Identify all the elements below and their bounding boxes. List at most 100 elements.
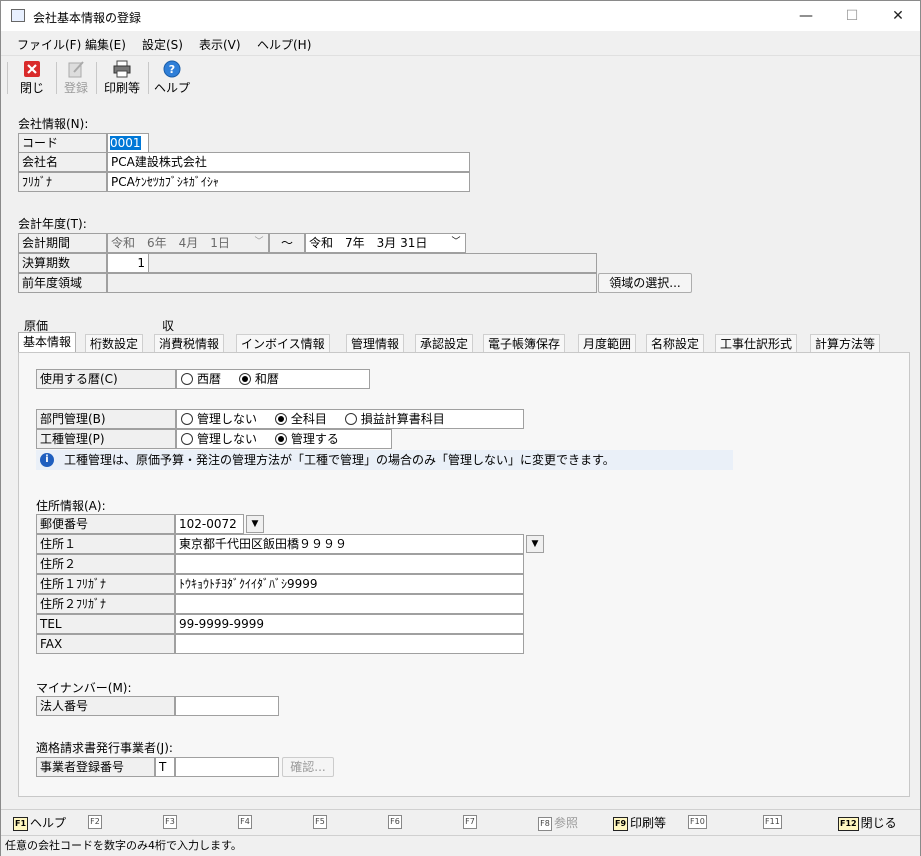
menu-file[interactable]: ファイル(F) [17, 36, 81, 53]
work-manage-option[interactable]: 管理する [274, 430, 339, 448]
radio-icon [181, 413, 193, 425]
f10-cap: F10 [688, 815, 707, 829]
f12-close-key[interactable]: F12 閉じる [838, 814, 897, 831]
tab-digits[interactable]: 桁数設定 [85, 334, 144, 354]
dept-pl-option[interactable]: 損益計算書科目 [344, 410, 445, 428]
menu-bar: ファイル(F) 編集(E) 設定(S) 表示(V) ヘルプ(H) [1, 32, 920, 54]
f2-key[interactable]: F2 [88, 814, 104, 829]
invoice-reg-input[interactable] [175, 757, 279, 777]
f8-cap: F8 [538, 817, 552, 831]
corp-number-input[interactable] [175, 696, 279, 716]
radio-icon [344, 413, 357, 425]
f2-cap: F2 [88, 815, 102, 829]
f1-cap: F1 [13, 817, 29, 831]
register-button[interactable]: 登録 [61, 60, 91, 96]
code-input[interactable]: 0001 [107, 133, 149, 153]
tab-calculation[interactable]: 計算方法等 [810, 334, 881, 354]
menu-help[interactable]: ヘルプ(H) [257, 36, 311, 53]
period-from-select[interactable]: 令和 6年 4月 1日 [107, 233, 269, 253]
f6-key[interactable]: F6 [388, 814, 404, 829]
print-button[interactable]: 印刷等 [102, 60, 142, 96]
addr1-kana-input[interactable]: ﾄｳｷｮｳﾄﾁﾖﾀﾞｸｲｲﾀﾞﾊﾞｼ9999 [175, 574, 524, 594]
f4-key[interactable]: F4 [238, 814, 254, 829]
f7-key[interactable]: F7 [463, 814, 479, 829]
toolbar-separator [148, 62, 149, 94]
f11-key[interactable]: F11 [763, 814, 784, 829]
addr2-input[interactable] [175, 554, 524, 574]
f8-reference-key[interactable]: F8 参照 [538, 814, 578, 831]
svg-text:?: ? [169, 63, 175, 76]
calendar-label: 使用する暦(C) [36, 369, 176, 389]
help-button[interactable]: ? ヘルプ [154, 60, 190, 96]
invoice-section-title: 適格請求書発行事業者(J): [36, 741, 173, 755]
addr1-dropdown-icon[interactable]: ▼ [526, 535, 544, 553]
f4-cap: F4 [238, 815, 252, 829]
radio-selected-icon [274, 413, 287, 425]
tab-invoice[interactable]: インボイス情報 [236, 334, 330, 354]
fiscal-period-label: 会計期間 [18, 233, 107, 253]
fiscal-count-input[interactable]: 1 [107, 253, 149, 273]
tab-management[interactable]: 管理情報 [346, 334, 405, 354]
confirm-button[interactable]: 確認... [282, 757, 334, 777]
work-none-label: 管理しない [197, 432, 258, 446]
work-radio-group: 管理しない 管理する [176, 429, 392, 449]
register-label: 登録 [63, 81, 88, 95]
dept-radio-group: 管理しない 全科目 損益計算書科目 [176, 409, 524, 429]
tab-consumption-tax[interactable]: 消費税情報 [154, 334, 225, 354]
register-icon [68, 61, 84, 78]
code-value: 0001 [110, 136, 141, 150]
calendar-western-option[interactable]: 西暦 [181, 370, 221, 388]
menu-view[interactable]: 表示(V) [199, 36, 241, 53]
addr1-input[interactable]: 東京都千代田区飯田橋９９９９ [175, 534, 524, 554]
company-name-input[interactable]: PCA建設株式会社 [107, 152, 470, 172]
f9-label: 印刷等 [630, 816, 667, 830]
f1-help-key[interactable]: F1 ヘルプ [13, 814, 66, 831]
f7-cap: F7 [463, 815, 477, 829]
work-label: 工種管理(P) [36, 429, 176, 449]
function-key-bar: F1 ヘルプ F2 F3 F4 F5 F6 F7 F8 参照 F9 印刷等 F10 F… [1, 809, 920, 833]
prev-year-label: 前年度領域 [18, 273, 107, 293]
select-area-button[interactable]: 領域の選択... [598, 273, 692, 293]
menu-settings[interactable]: 設定(S) [142, 36, 183, 53]
zip-lookup-dropdown-icon[interactable]: ▼ [246, 515, 264, 533]
company-kana-input[interactable]: PCAｹﾝｾﾂｶﾌﾞｼｷｶﾞｲｼｬ [107, 172, 470, 192]
tab-month-range[interactable]: 月度範囲 [578, 334, 637, 354]
tab-journal-format[interactable]: 工事仕訳形式 [715, 334, 798, 354]
f3-key[interactable]: F3 [163, 814, 179, 829]
calendar-radio-group: 西暦 和暦 [176, 369, 370, 389]
invoice-prefix: T [155, 757, 175, 777]
tab-approval[interactable]: 承認設定 [415, 334, 474, 354]
f12-cap: F12 [838, 817, 859, 831]
menu-edit[interactable]: 編集(E) [85, 36, 126, 53]
calendar-japanese-option[interactable]: 和暦 [238, 370, 279, 388]
dept-none-option[interactable]: 管理しない [181, 410, 257, 428]
maximize-button[interactable]: ☐ [829, 1, 875, 31]
zip-input[interactable]: 102-0072 [175, 514, 244, 534]
addr2-kana-input[interactable] [175, 594, 524, 614]
chevron-down-icon: ﹀ [254, 237, 264, 247]
period-from-value: 令和 6年 4月 1日 [111, 236, 230, 250]
f5-key[interactable]: F5 [313, 814, 329, 829]
fax-input[interactable] [175, 634, 524, 654]
main-content: 会社情報(N): コード 0001 会社名 PCA建設株式会社 ﾌﾘｶﾞﾅ PC… [6, 99, 917, 809]
work-none-option[interactable]: 管理しない [181, 430, 257, 448]
f9-print-key[interactable]: F9 印刷等 [613, 814, 666, 831]
radio-selected-icon [238, 373, 251, 385]
dept-all-option[interactable]: 全科目 [274, 410, 327, 428]
title-bar: 会社基本情報の登録 — ☐ ✕ [1, 1, 920, 31]
period-to-select[interactable]: 令和 7年 3月 31日 [305, 233, 466, 253]
tab-e-bookkeeping[interactable]: 電子帳簿保存 [483, 334, 566, 354]
f5-cap: F5 [313, 815, 327, 829]
f3-cap: F3 [163, 815, 177, 829]
addr1-kana-label: 住所１ﾌﾘｶﾞﾅ [36, 574, 175, 594]
radio-icon [181, 433, 193, 445]
f10-key[interactable]: F10 [688, 814, 709, 829]
tab-basic-info[interactable]: 基本情報 [18, 332, 77, 354]
radio-icon [181, 373, 193, 385]
close-window-button[interactable]: ✕ [875, 1, 921, 31]
minimize-button[interactable]: — [783, 1, 829, 31]
tab-names[interactable]: 名称設定 [646, 334, 705, 354]
address-section-title: 住所情報(A): [36, 499, 106, 513]
tel-input[interactable]: 99-9999-9999 [175, 614, 524, 634]
printer-icon [113, 60, 131, 78]
